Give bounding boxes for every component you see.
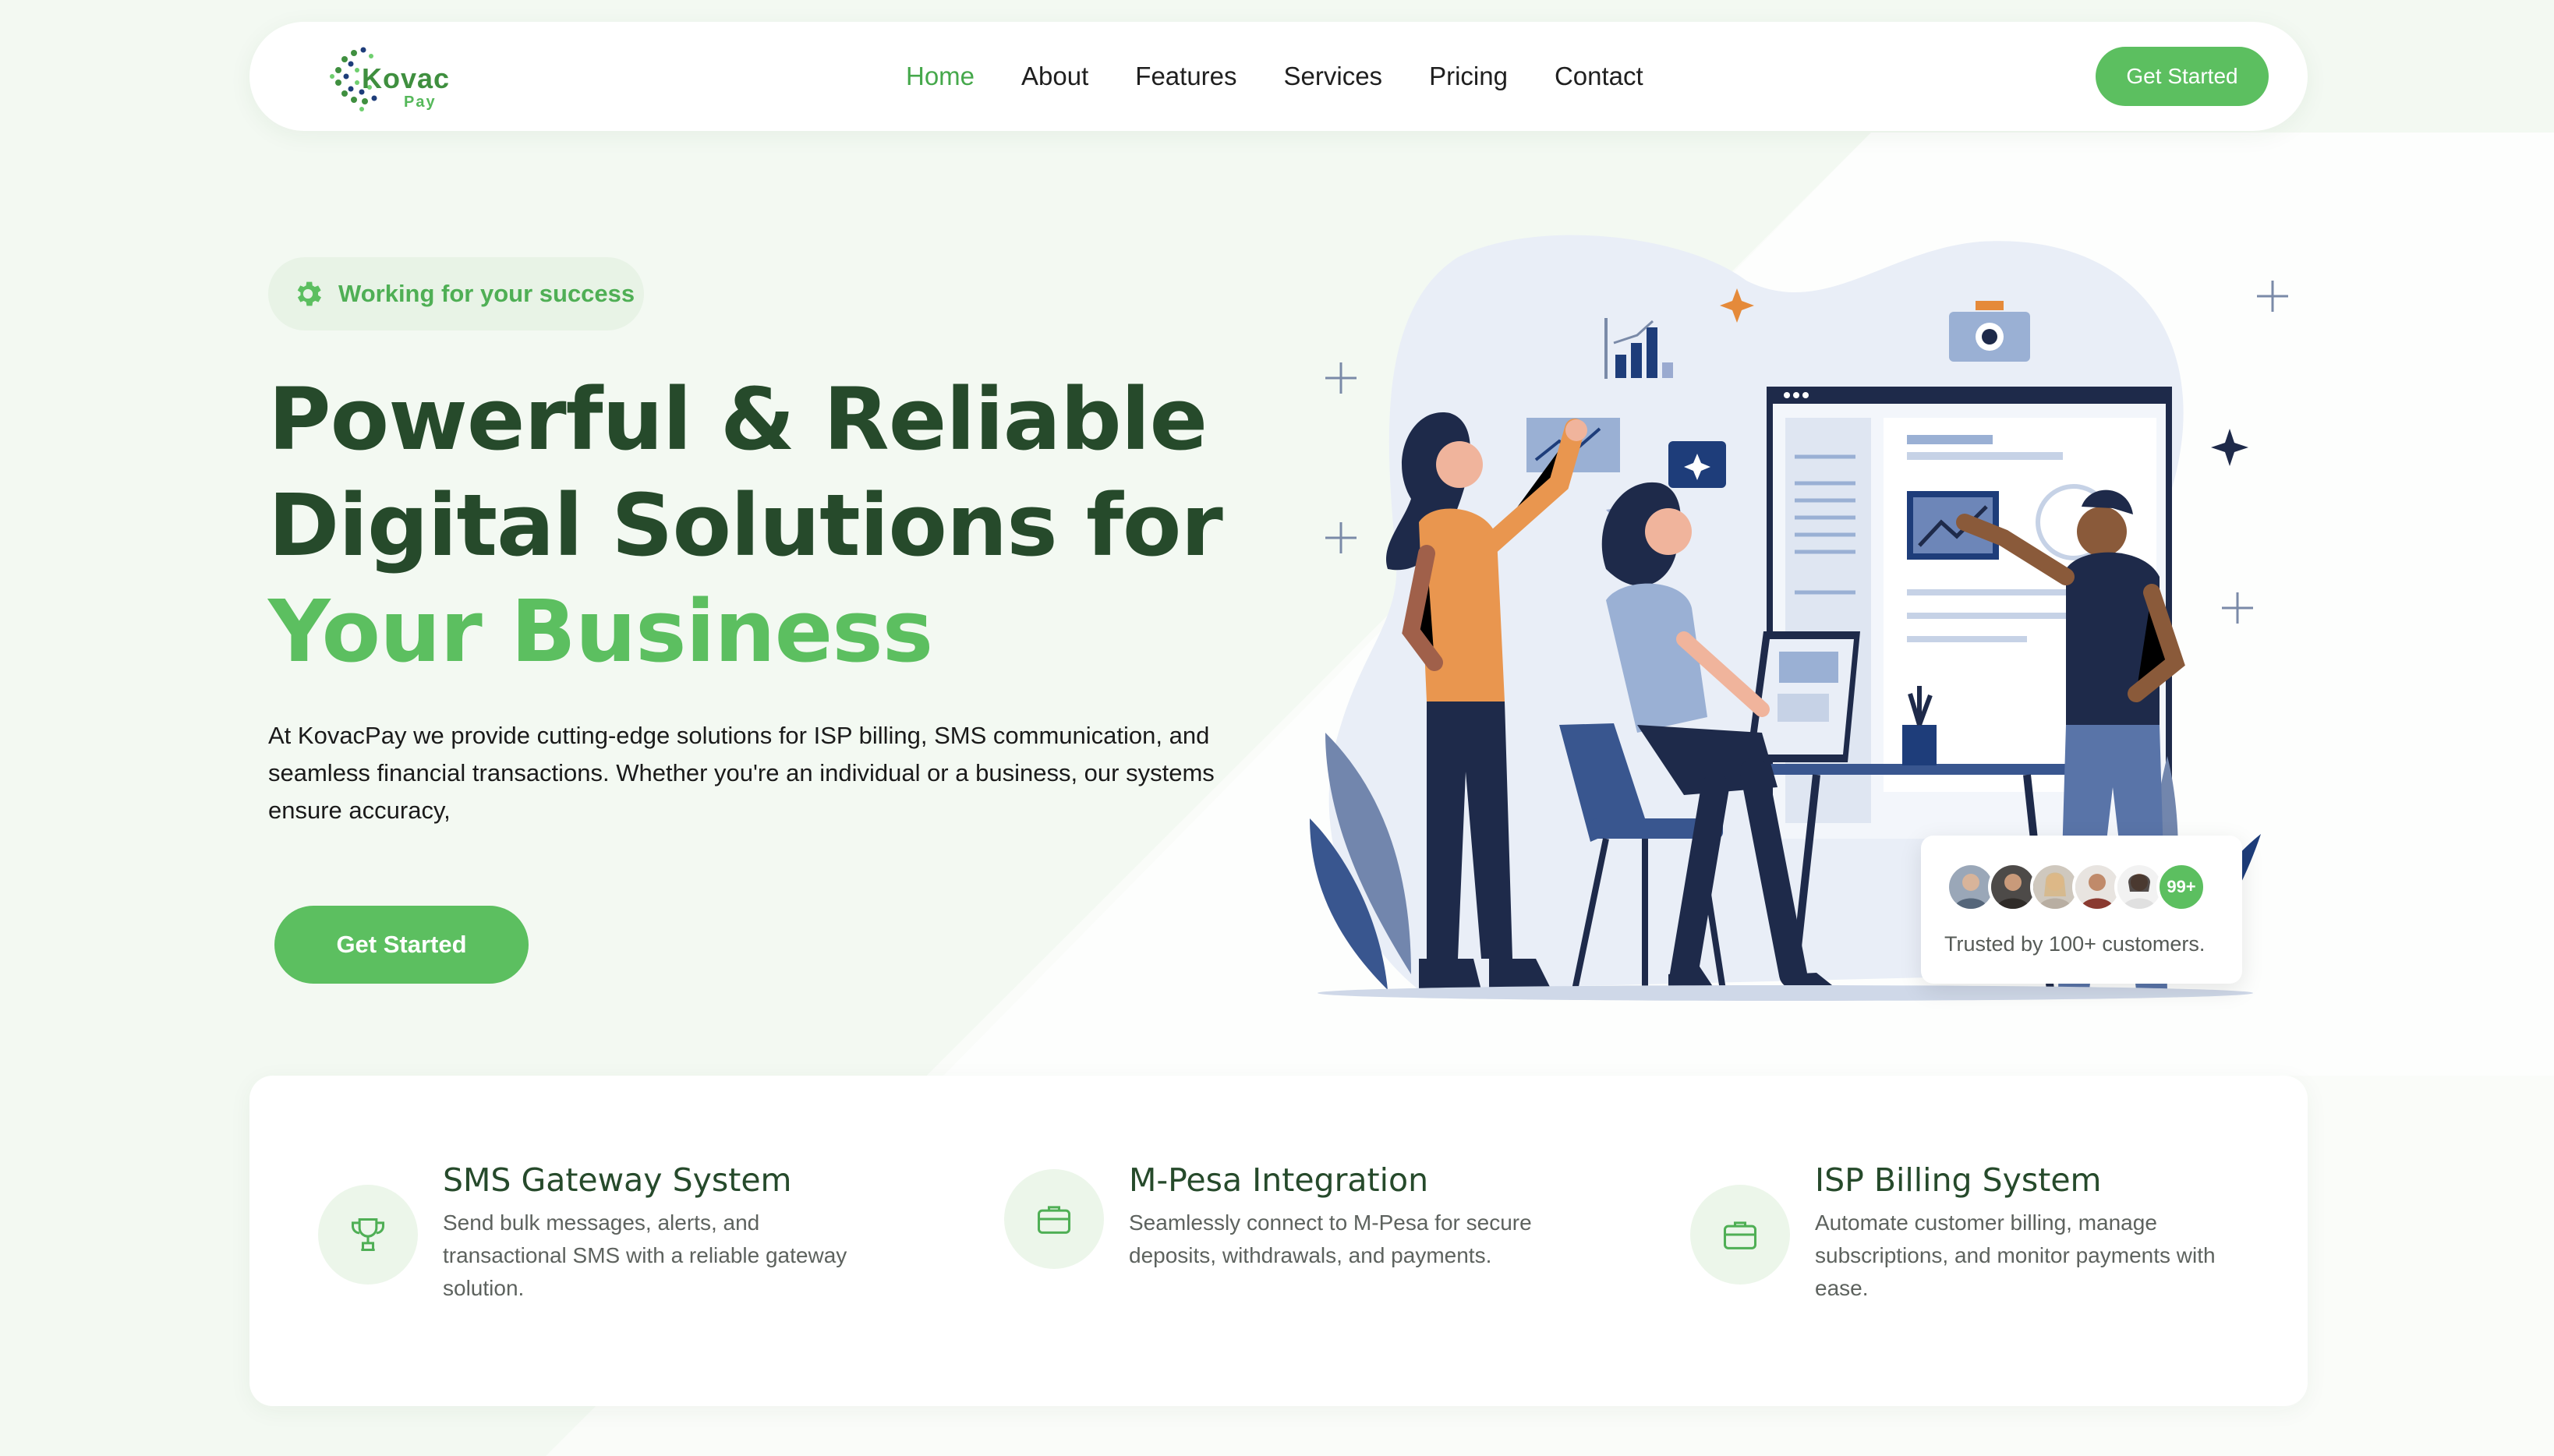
briefcase-icon (1037, 1206, 1071, 1234)
trust-text: Trusted by 100+ customers. (1944, 932, 2206, 956)
trophy-icon (351, 1217, 385, 1252)
navbar: Kovac Pay Home About Features Services P… (249, 22, 2308, 131)
nav-get-started-button[interactable]: Get Started (2096, 47, 2269, 106)
star-icon (2211, 429, 2248, 466)
feature-description: Send bulk messages, alerts, and transact… (443, 1210, 847, 1300)
feature-sms-gateway[interactable]: SMS Gateway System Send bulk messages, a… (249, 1076, 873, 1406)
feature-title: ISP Billing System (1815, 1161, 2102, 1199)
nav-link-contact[interactable]: Contact (1555, 62, 1643, 91)
feature-icon-wrap (1004, 1169, 1104, 1269)
feature-title: M-Pesa Integration (1129, 1161, 1429, 1199)
avatar-more-badge: 99+ (2156, 862, 2206, 912)
nav-link-services[interactable]: Services (1284, 62, 1383, 91)
hero-title-line1: Powerful & Reliable (268, 369, 1208, 469)
feature-mpesa-integration[interactable]: M-Pesa Integration Seamlessly connect to… (936, 1076, 1559, 1406)
feature-icon-wrap (318, 1185, 418, 1285)
nav-link-features[interactable]: Features (1135, 62, 1236, 91)
hero-badge-text: Working for your success (338, 280, 635, 307)
feature-title: SMS Gateway System (443, 1161, 792, 1199)
customer-avatars: 99+ (1946, 862, 2206, 912)
brand-name: Kovac (362, 62, 451, 94)
briefcase-icon (1723, 1221, 1757, 1249)
gear-icon (297, 281, 321, 306)
nav-link-pricing[interactable]: Pricing (1429, 62, 1508, 91)
hero-title: Powerful & Reliable Digital Solutions fo… (268, 366, 1223, 684)
brand-sub: Pay (404, 94, 437, 111)
feature-isp-billing[interactable]: ISP Billing System Automate customer bil… (1622, 1076, 2245, 1406)
nav-menu: Home About Features Services Pricing Con… (906, 22, 1643, 131)
brand-logo[interactable]: Kovac Pay (323, 37, 451, 115)
hero-title-highlight: Your Business (268, 581, 933, 681)
feature-icon-wrap (1690, 1185, 1790, 1285)
nav-link-home[interactable]: Home (906, 62, 975, 91)
trust-card: 99+ Trusted by 100+ customers. (1921, 836, 2242, 984)
hero-title-line2: Digital Solutions for (268, 475, 1223, 575)
hero-badge: Working for your success (268, 257, 644, 330)
sparkle-box-icon (1668, 441, 1726, 488)
feature-description: Seamlessly connect to M-Pesa for secure … (1129, 1210, 1532, 1267)
features-card: SMS Gateway System Send bulk messages, a… (249, 1076, 2308, 1406)
feature-description: Automate customer billing, manage subscr… (1815, 1210, 2216, 1300)
hero-get-started-button[interactable]: Get Started (274, 906, 529, 984)
nav-link-about[interactable]: About (1021, 62, 1088, 91)
hero-description: At KovacPay we provide cutting-edge solu… (268, 722, 1215, 824)
floor-shadow (1318, 985, 2253, 1001)
